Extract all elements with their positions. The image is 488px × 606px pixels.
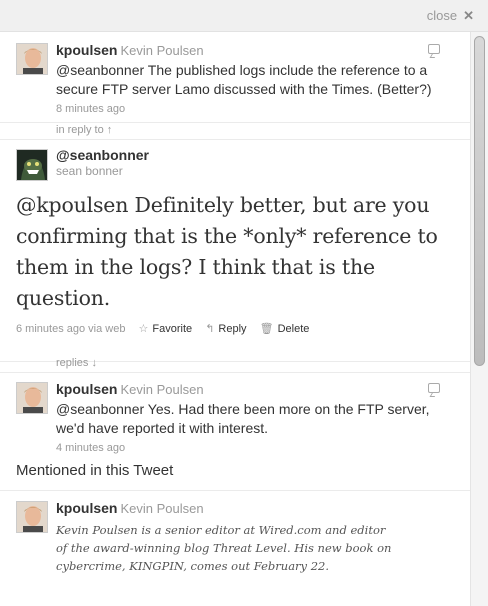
tweet-text: @kpoulsen Definitely better, but are you…	[16, 193, 438, 310]
in-reply-to-label[interactable]: in reply to ↑	[56, 124, 112, 136]
reply-arrow-icon: ↰	[205, 323, 215, 335]
divider	[0, 490, 470, 491]
tweet-full-name: Kevin Poulsen	[120, 43, 204, 58]
tweet-full-name: Kevin Poulsen	[120, 382, 204, 397]
user-full-name: Kevin Poulsen	[120, 501, 204, 516]
reply-tweet[interactable]: kpoulsen Kevin Poulsen @seanbonner Yes. H…	[0, 380, 470, 454]
close-icon: ✕	[463, 8, 474, 23]
scrollbar[interactable]	[470, 32, 488, 606]
divider	[0, 122, 470, 123]
mentioned-section-title: Mentioned in this Tweet	[16, 462, 174, 479]
avatar[interactable]	[16, 501, 48, 533]
close-label: close	[426, 8, 458, 23]
replies-label[interactable]: replies ↓	[56, 357, 97, 369]
scrollbar-thumb[interactable]	[474, 36, 485, 366]
mentioned-user[interactable]: kpoulsen Kevin Poulsen Kevin Poulsen is a…	[0, 499, 470, 575]
star-icon: ☆	[138, 323, 149, 335]
tweet-actions: 6 minutes ago via web ☆ Favorite ↰ Reply 🗑…	[16, 322, 456, 335]
tweet-timestamp[interactable]: 8 minutes ago	[56, 103, 454, 115]
user-bio: Kevin Poulsen is a senior editor at Wire…	[56, 523, 392, 573]
tweet-detail-pane: kpoulsen Kevin Poulsen @seanbonner The pu…	[0, 32, 470, 606]
tweet-full-name: sean bonner	[56, 164, 123, 178]
delete-button[interactable]: 🗑 Delete	[260, 323, 310, 335]
tweet-text: @seanbonner Yes. Had there been more on …	[56, 401, 430, 436]
trash-icon: 🗑	[259, 323, 274, 335]
avatar[interactable]	[16, 382, 48, 414]
tweet-timestamp[interactable]: 6 minutes ago via web	[16, 323, 125, 335]
divider	[0, 139, 470, 140]
user-screen-name[interactable]: kpoulsen	[56, 500, 117, 516]
avatar[interactable]	[16, 149, 48, 181]
tweet-text: @seanbonner The published logs include t…	[56, 62, 432, 97]
tweet-screen-name[interactable]: @seanbonner	[56, 147, 456, 164]
reply-label: Reply	[218, 323, 247, 335]
delete-label: Delete	[277, 323, 310, 335]
tweet-timestamp[interactable]: 4 minutes ago	[56, 442, 454, 454]
tweet-screen-name[interactable]: kpoulsen	[56, 42, 117, 58]
avatar[interactable]	[16, 43, 48, 75]
main-tweet: @seanbonner sean bonner @kpoulsen Defini…	[16, 146, 456, 335]
top-bar: close ✕	[0, 0, 488, 32]
reply-icon[interactable]	[428, 383, 440, 393]
divider	[0, 372, 470, 373]
reply-icon[interactable]	[428, 44, 440, 54]
favorite-button[interactable]: ☆ Favorite	[139, 323, 193, 335]
parent-tweet[interactable]: kpoulsen Kevin Poulsen @seanbonner The pu…	[0, 41, 470, 115]
reply-button[interactable]: ↰ Reply	[205, 323, 246, 335]
tweet-screen-name[interactable]: kpoulsen	[56, 381, 117, 397]
favorite-label: Favorite	[152, 323, 193, 335]
close-button[interactable]: close ✕	[427, 8, 474, 24]
